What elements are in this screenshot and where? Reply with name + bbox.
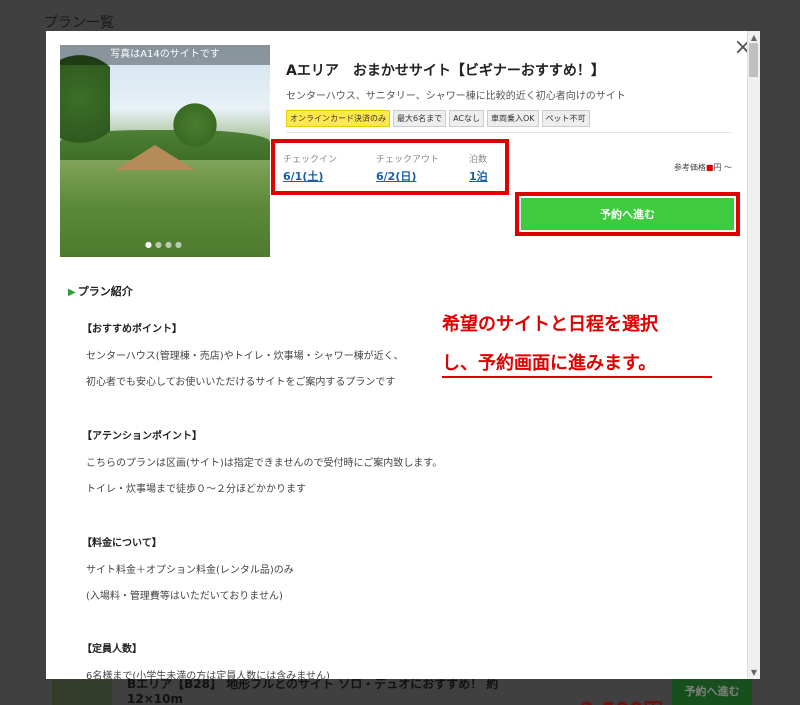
carousel-dot[interactable]: ● — [155, 240, 165, 249]
checkin-date-link[interactable]: 6/1(土) — [283, 168, 337, 184]
section-title-label: プラン紹介 — [77, 285, 133, 298]
attention-line: こちらのプランは区画(サイト)は指定できませんので受付時にご案内致します。 — [86, 458, 443, 469]
nights-label: 泊数 — [469, 155, 488, 165]
nights-field[interactable]: 泊数 1泊 — [469, 152, 488, 184]
recommend-line: 初心者でも安心してお使いいただけるサイトをご案内するプランです — [86, 377, 396, 388]
section-title-plan-intro: ▶ プラン紹介 — [68, 283, 133, 299]
checkin-label: チェックイン — [283, 155, 338, 165]
carousel-dot[interactable]: ● — [165, 240, 175, 249]
carousel-dot[interactable]: ● — [145, 240, 155, 249]
photo-tree — [60, 55, 110, 165]
section-arrow-icon: ▶ — [68, 287, 76, 298]
checkout-label: チェックアウト — [376, 155, 440, 165]
heading-capacity: 【定員人数】 — [82, 644, 142, 655]
ref-price-suffix: 円 〜 — [713, 163, 732, 172]
nights-link[interactable]: 1泊 — [469, 168, 488, 184]
reserve-button[interactable]: 予約へ進む — [521, 198, 734, 230]
heading-recommend: 【おすすめポイント】 — [82, 324, 182, 335]
scroll-thumb[interactable] — [749, 43, 758, 77]
carousel-dot[interactable]: ● — [175, 240, 185, 249]
attention-line: トイレ・炊事場まで徒歩０～２分ほどかかります — [86, 484, 306, 495]
stay-selection-box: チェックイン 6/1(土) チェックアウト 6/2(日) 泊数 1泊 — [271, 139, 509, 195]
capacity-line: 6名様まで(小学生未満の方は定員人数には含みません) — [86, 671, 330, 679]
tag-payment: オンラインカード決済のみ — [286, 110, 390, 127]
photo-tent — [115, 145, 195, 170]
modal-scrollbar[interactable]: ▲ ▼ — [747, 31, 760, 679]
checkout-field[interactable]: チェックアウト 6/2(日) — [376, 152, 439, 184]
heading-attention: 【アテンションポイント】 — [82, 431, 202, 442]
reference-price: 参考価格■円 〜 — [674, 162, 732, 173]
divider — [286, 132, 732, 133]
plan-title: Aエリア おまかせサイト【ビギナーおすすめ！】 — [286, 63, 605, 79]
checkout-date-link[interactable]: 6/2(日) — [376, 168, 439, 184]
plan-photo[interactable]: 写真はA14のサイトです ●●●● — [60, 45, 270, 257]
heading-pricing: 【料金について】 — [82, 538, 162, 549]
tag-capacity: 最大6名まで — [393, 110, 447, 127]
tag-pet: ペット不可 — [541, 110, 590, 127]
pricing-line: サイト料金＋オプション料金(レンタル品)のみ — [86, 565, 294, 576]
tag-ac: ACなし — [449, 110, 485, 127]
photo-carousel-dots[interactable]: ●●●● — [60, 240, 270, 249]
plan-detail-modal: × 写真はA14のサイトです ●●●● Aエリア おまかせサイト【ビギナーおすす… — [46, 31, 760, 679]
ref-price-label: 参考価格 — [673, 163, 706, 172]
annotation-line-2: し、予約画面に進みます。 — [442, 349, 712, 378]
recommend-line: センターハウス(管理棟・売店)やトイレ・炊事場・シャワー棟が近く、 — [86, 351, 404, 362]
tag-vehicle: 車両乗入OK — [487, 110, 539, 127]
photo-caption: 写真はA14のサイトです — [60, 45, 270, 65]
plan-tags: オンラインカード決済のみ 最大6名まで ACなし 車両乗入OK ペット不可 — [286, 110, 590, 127]
plan-description: センターハウス、サニタリー、シャワー棟に比較的近く初心者向けのサイト — [286, 91, 626, 102]
scroll-down-icon[interactable]: ▼ — [751, 668, 757, 677]
annotation-line-1: 希望のサイトと日程を選択 — [442, 314, 658, 335]
checkin-field[interactable]: チェックイン 6/1(土) — [283, 152, 337, 184]
scroll-up-icon[interactable]: ▲ — [751, 33, 757, 42]
pricing-line: (入場料・管理費等はいただいておりません) — [86, 591, 283, 602]
